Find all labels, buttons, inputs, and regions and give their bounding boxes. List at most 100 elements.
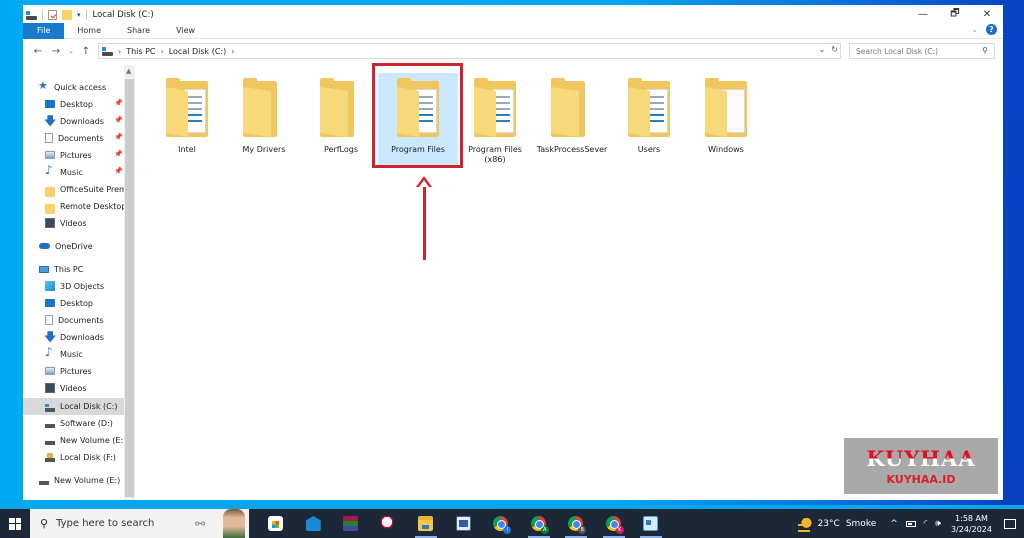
folder-item-taskprocesssever[interactable]: TaskProcessSever [532,73,612,165]
sidebar-item-pictures[interactable]: Pictures 📌 [45,147,124,163]
taskbar-search-box[interactable]: ⚲ Type here to search ⚯ [30,509,249,538]
sidebar-item-documents[interactable]: Documents [45,312,104,328]
star-icon [38,79,49,92]
ribbon-right-controls: ⌄ ? [971,24,997,35]
clock[interactable]: 1:58 AM 3/24/2024 [951,513,992,535]
breadcrumb-separator[interactable]: › [231,47,234,56]
recent-locations-dropdown[interactable]: ⌄ [65,47,77,55]
pin-icon[interactable]: 📌 [114,167,123,175]
properties-icon[interactable] [48,10,57,20]
taskbar-app-snipping-tool[interactable] [370,509,408,538]
weather-widget[interactable]: 23°C Smoke [797,517,876,532]
pin-icon[interactable]: 📌 [114,150,123,158]
tab-file[interactable]: File [23,22,65,39]
sidebar-item-label: New Volume (E:) [60,435,127,445]
taskbar-app-store[interactable] [257,509,295,538]
taskbar-app-chrome-k[interactable]: K [595,509,633,538]
taskbar-app-chrome-a[interactable]: A [520,509,558,538]
battery-icon[interactable] [905,520,916,527]
sidebar-item-3d-objects[interactable]: 3D Objects [45,278,104,294]
expand-ribbon-icon[interactable]: ⌄ [971,25,978,34]
notifications-icon[interactable] [1004,518,1016,529]
address-dropdown-icon[interactable]: ⌄ [819,45,826,54]
customize-toolbar-dropdown[interactable]: ▾ [77,11,81,19]
search-highlight-doodle[interactable]: ⚯ [191,509,249,538]
folder-item-windows[interactable]: Windows [686,73,766,165]
sidebar-item-music[interactable]: Music [45,345,83,362]
address-bar[interactable]: › This PC › Local Disk (C:) › ⌄ ↻ [98,43,841,59]
sidebar-item-label: Local Disk (F:) [60,452,116,462]
taskbar-app-chrome-b[interactable]: B [557,509,595,538]
sidebar-item-downloads[interactable]: Downloads 📌 [44,112,124,133]
sidebar-item-label: New Volume (E:) [54,475,121,485]
sidebar-item-pictures[interactable]: Pictures [45,363,92,379]
scroll-up-icon[interactable]: ▲ [126,67,131,75]
new-folder-icon[interactable] [62,10,72,20]
breadcrumb-this-pc[interactable]: This PC [126,47,155,56]
sidebar-item-label: Quick access [54,82,107,92]
sidebar-scrollbar[interactable]: ▲ [124,65,135,500]
sidebar-item-downloads[interactable]: Downloads [44,328,104,349]
sidebar-item-local-disk-c[interactable]: Local Disk (C:) [23,398,124,415]
folder-item-program-files-x86[interactable]: Program Files (x86) [455,73,535,165]
pictures-icon [45,151,55,159]
folder-item-my-drivers[interactable]: My Drivers [224,73,304,165]
folder-item-users[interactable]: Users [609,73,689,165]
sidebar-item-remote-desktop[interactable]: Remote Desktop [45,198,126,214]
help-icon[interactable]: ? [986,24,997,35]
forward-button[interactable]: → [47,46,65,57]
sidebar-item-desktop[interactable]: Desktop [45,295,93,311]
clock-date: 3/24/2024 [950,524,992,534]
sidebar-item-local-disk-f[interactable]: Local Disk (F:) [45,449,116,465]
search-input[interactable]: Search Local Disk (C:) ⚲ [849,43,995,59]
sidebar-item-documents[interactable]: Documents 📌 [45,130,124,146]
refresh-icon[interactable]: ↻ [831,45,838,54]
folder-icon [45,204,55,214]
maximize-button[interactable]: 🗗 [939,5,971,23]
sidebar-item-network-new-volume-e[interactable]: New Volume (E:) [39,472,120,488]
sidebar-item-label: Downloads [60,332,104,342]
watermark-title: KUYHAA [866,446,976,471]
show-hidden-icons-chevron-icon[interactable]: ^ [890,519,898,529]
taskbar-app-file-explorer[interactable] [407,509,445,538]
sidebar-item-label: Desktop [60,99,93,109]
pin-icon[interactable]: 📌 [114,133,123,141]
close-button[interactable]: ✕ [971,5,1003,23]
desktop-icon [45,100,55,108]
breadcrumb-local-disk[interactable]: Local Disk (C:) [169,47,227,56]
remote-desktop-icon [643,516,659,531]
folder-item-perflogs[interactable]: PerfLogs [301,73,381,165]
pin-icon[interactable]: 📌 [114,99,123,107]
tab-view[interactable]: View [163,23,208,39]
start-button[interactable] [0,509,30,538]
tab-share[interactable]: Share [114,23,163,39]
taskbar-app-word[interactable] [445,509,483,538]
sidebar-item-videos[interactable]: Videos [45,215,87,231]
breadcrumb-separator[interactable]: › [161,47,164,56]
sidebar-item-officesuite[interactable]: OfficeSuite Prem [45,181,127,197]
minimize-button[interactable]: — [907,5,939,23]
sidebar-this-pc[interactable]: This PC [39,261,83,277]
taskbar-app-remote-desktop[interactable] [632,509,670,538]
back-button[interactable]: ← [29,46,47,57]
sidebar-item-desktop[interactable]: Desktop 📌 [45,96,124,112]
taskbar-app-chrome-i[interactable]: I [482,509,520,538]
pin-icon[interactable]: 📌 [114,116,123,124]
sidebar-item-videos[interactable]: Videos [45,380,87,396]
drive-icon [45,441,55,445]
wifi-icon[interactable]: ◜ [924,519,928,529]
sidebar-item-music[interactable]: Music 📌 [45,163,124,180]
onedrive-cloud-icon [39,243,50,249]
scrollbar-thumb[interactable] [125,79,134,497]
sidebar-item-software-d[interactable]: Software (D:) [45,415,113,431]
folder-item-intel[interactable]: Intel [147,73,227,165]
up-button[interactable]: ↑ [77,46,95,57]
sidebar-item-label: Music [60,167,83,177]
sidebar-onedrive[interactable]: OneDrive [39,238,93,254]
taskbar-app-winrar[interactable] [332,509,370,538]
tab-home[interactable]: Home [64,23,114,39]
sidebar-quick-access[interactable]: Quick access [38,79,107,95]
sidebar-item-new-volume-e[interactable]: New Volume (E:) [45,432,126,448]
taskbar-app-mail[interactable] [295,509,333,538]
volume-icon[interactable]: 🕪 [935,519,941,529]
